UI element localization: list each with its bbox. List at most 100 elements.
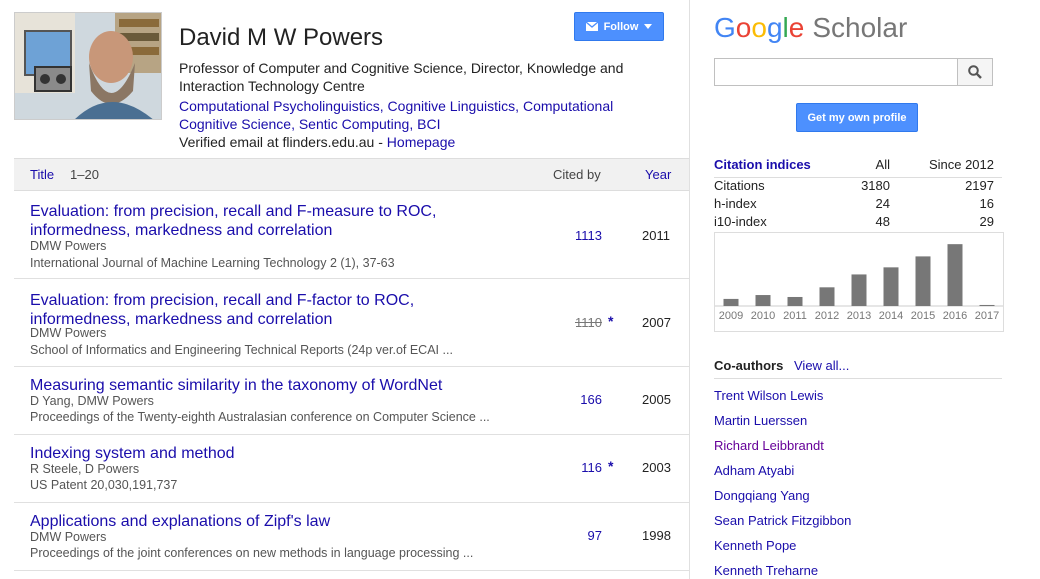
cited-by-header: Cited by	[553, 167, 601, 182]
index-label: i10-index	[714, 214, 767, 229]
coauthors-title: Co-authors	[714, 358, 784, 373]
chart-bar-2014[interactable]	[883, 267, 899, 306]
coauthor-link[interactable]: Adham Atyabi	[714, 463, 794, 478]
index-label: Citations	[714, 178, 765, 193]
chart-bar-2015[interactable]	[915, 256, 931, 306]
search-icon	[968, 65, 982, 79]
citation-index-row: i10-index 48 29	[714, 214, 1002, 232]
verified-email: Verified email at flinders.edu.au - Home…	[179, 134, 455, 150]
citations-chart-svg: 2009 2010 2011 2012 2013 2014 2015 2016 2017	[715, 244, 1003, 322]
merged-citations-star[interactable]: *	[608, 313, 613, 329]
publication-title[interactable]: Evaluation: from precision, recall and F…	[30, 291, 460, 329]
coauthor-link[interactable]: Dongqiang Yang	[714, 488, 810, 503]
publication-row: Evaluation: from precision, recall and F…	[14, 190, 689, 279]
coauthor-link[interactable]: Kenneth Treharne	[714, 563, 818, 578]
index-since: 29	[979, 214, 994, 229]
interest-link[interactable]: Computational	[523, 98, 613, 114]
citation-index-row: h-index 24 16	[714, 196, 1002, 214]
chart-tick-label-2014: 2014	[879, 310, 903, 322]
view-all-coauthors-link[interactable]: View all...	[794, 358, 849, 373]
sort-by-year[interactable]: Year	[645, 167, 671, 182]
coauthor-link[interactable]: Sean Patrick Fitzgibbon	[714, 513, 851, 528]
search-input[interactable]	[714, 58, 958, 86]
chart-bar-2013[interactable]	[851, 274, 867, 306]
interest-link[interactable]: Cognitive Linguistics	[388, 98, 516, 114]
search-button[interactable]	[957, 58, 993, 86]
cited-by-count[interactable]: 1110	[554, 315, 602, 330]
column-all: All	[875, 157, 890, 172]
publication-authors: DMW Powers	[30, 530, 107, 544]
email-text: Verified email at flinders.edu.au	[179, 134, 375, 150]
publication-authors: D Yang, DMW Powers	[30, 394, 154, 408]
index-label: h-index	[714, 196, 757, 211]
cited-by-count[interactable]: 97	[554, 528, 602, 543]
logo-letter: o	[735, 12, 752, 43]
citation-indices-header: Citation indices All Since 2012	[714, 157, 1002, 178]
publication-year: 2011	[642, 228, 670, 243]
research-interests: Computational Psycholinguistics, Cogniti…	[179, 98, 614, 132]
homepage-link[interactable]: Homepage	[387, 134, 456, 150]
coauthor-link[interactable]: Richard Leibbrandt	[714, 438, 824, 453]
sort-by-title[interactable]: Title	[30, 167, 54, 182]
logo-word: Scholar	[812, 12, 908, 43]
email-separator: -	[374, 134, 387, 150]
profile-affiliation: Professor of Computer and Cognitive Scie…	[179, 60, 624, 94]
cited-by-count[interactable]: 116	[554, 460, 602, 475]
publication-year: 2007	[642, 315, 671, 330]
publication-venue: School of Informatics and Engineering Te…	[30, 343, 453, 357]
publication-row: Indexing system and method R Steele, D P…	[14, 435, 689, 503]
chart-bar-2009[interactable]	[723, 298, 739, 306]
index-since: 2197	[965, 178, 994, 193]
index-all: 24	[875, 196, 890, 211]
chart-bar-2011[interactable]	[787, 296, 803, 306]
cited-by-count[interactable]: 166	[554, 392, 602, 407]
publication-row: Evaluation: from precision, recall and F…	[14, 279, 689, 367]
chart-bar-2012[interactable]	[819, 287, 835, 306]
logo-letter: e	[788, 12, 805, 43]
publication-venue: US Patent 20,030,191,737	[30, 478, 178, 492]
coauthor-link[interactable]: Martin Luerssen	[714, 413, 807, 428]
column-since: Since 2012	[928, 157, 994, 172]
publication-venue: Proceedings of the joint conferences on …	[30, 546, 474, 560]
follow-label: Follow	[603, 20, 639, 33]
index-since: 16	[979, 196, 994, 211]
publication-title[interactable]: Indexing system and method	[30, 444, 460, 463]
coauthor-link[interactable]: Kenneth Pope	[714, 538, 796, 553]
merged-citations-star[interactable]: *	[608, 458, 613, 474]
chart-tick-label-2010: 2010	[751, 310, 775, 322]
citation-indices-title[interactable]: Citation indices	[714, 157, 811, 172]
publication-title[interactable]: Measuring semantic similarity in the tax…	[30, 376, 460, 395]
citations-per-year-chart: 2009 2010 2011 2012 2013 2014 2015 2016 2017	[714, 232, 1004, 332]
publication-title[interactable]: Applications and explanations of Zipf's …	[30, 512, 460, 531]
chart-bar-2016[interactable]	[947, 244, 963, 306]
interest-link[interactable]: Cognitive Science	[179, 116, 291, 132]
get-my-own-profile-button[interactable]: Get my own profile	[796, 103, 918, 132]
chart-tick-label-2011: 2011	[783, 310, 807, 322]
coauthors-header: Co-authors View all...	[714, 357, 1002, 379]
profile-photo	[14, 12, 162, 120]
chart-bar-2017[interactable]	[979, 304, 995, 306]
publication-row: Measuring semantic similarity in the tax…	[14, 367, 689, 435]
citation-index-row: Citations 3180 2197	[714, 178, 1002, 196]
publication-row: Applications and explanations of Zipf's …	[14, 503, 689, 571]
cited-by-count[interactable]: 1113	[554, 228, 602, 243]
mail-icon	[585, 22, 598, 31]
follow-button[interactable]: Follow	[574, 12, 664, 41]
chart-tick-label-2016: 2016	[943, 310, 967, 322]
interest-link[interactable]: Computational Psycholinguistics	[179, 98, 380, 114]
chart-tick-label-2017: 2017	[975, 310, 999, 322]
chart-tick-label-2009: 2009	[719, 310, 743, 322]
publication-title[interactable]: Evaluation: from precision, recall and F…	[30, 202, 460, 240]
google-scholar-logo[interactable]: Google Scholar	[714, 12, 907, 44]
interest-link[interactable]: BCI	[417, 116, 440, 132]
chart-bar-2010[interactable]	[755, 295, 771, 306]
logo-letter: o	[751, 12, 767, 43]
column-divider	[689, 0, 690, 579]
interest-link[interactable]: Sentic Computing	[299, 116, 410, 132]
publication-authors: DMW Powers	[30, 326, 107, 340]
chart-tick-label-2013: 2013	[847, 310, 871, 322]
profile-name: David M W Powers	[179, 24, 384, 51]
caret-down-icon	[644, 24, 653, 29]
coauthor-link[interactable]: Trent Wilson Lewis	[714, 388, 823, 403]
publication-year: 1998	[642, 528, 671, 543]
